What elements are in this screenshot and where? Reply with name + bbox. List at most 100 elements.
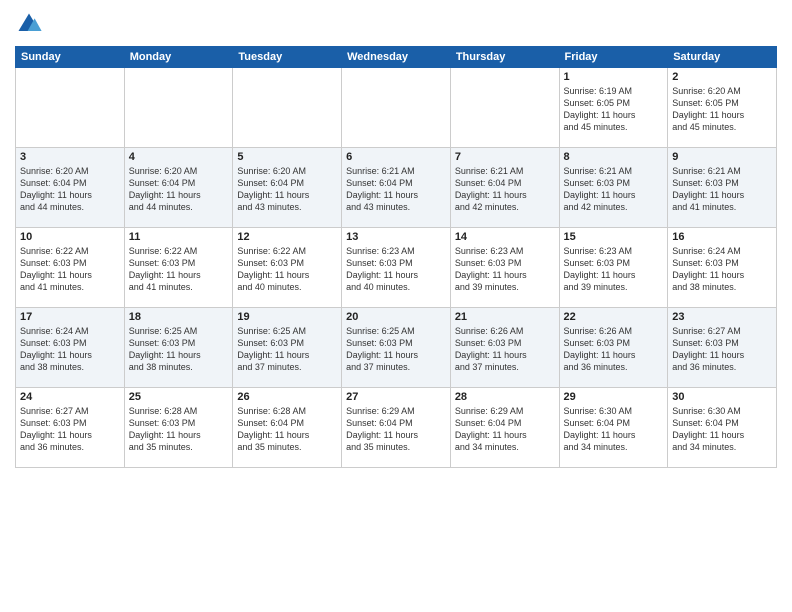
day-number: 15 [564,231,664,243]
day-info: Sunrise: 6:24 AM Sunset: 6:03 PM Dayligh… [20,325,120,374]
calendar-cell: 8 Sunrise: 6:21 AM Sunset: 6:03 PM Daylig… [559,148,668,228]
weekday-header: Saturday [668,47,777,68]
calendar-cell: 15 Sunrise: 6:23 AM Sunset: 6:03 PM Dayli… [559,228,668,308]
day-info: Sunrise: 6:23 AM Sunset: 6:03 PM Dayligh… [564,245,664,294]
day-info: Sunrise: 6:30 AM Sunset: 6:04 PM Dayligh… [672,405,772,454]
day-info: Sunrise: 6:21 AM Sunset: 6:04 PM Dayligh… [455,165,555,214]
day-number: 14 [455,231,555,243]
day-number: 13 [346,231,446,243]
day-info: Sunrise: 6:21 AM Sunset: 6:03 PM Dayligh… [672,165,772,214]
day-number: 26 [237,391,337,403]
day-number: 16 [672,231,772,243]
day-number: 4 [129,151,229,163]
calendar-week-row: 3 Sunrise: 6:20 AM Sunset: 6:04 PM Daylig… [16,148,777,228]
calendar-cell: 26 Sunrise: 6:28 AM Sunset: 6:04 PM Dayli… [233,388,342,468]
day-number: 7 [455,151,555,163]
calendar-cell: 3 Sunrise: 6:20 AM Sunset: 6:04 PM Daylig… [16,148,125,228]
day-number: 12 [237,231,337,243]
calendar-cell: 13 Sunrise: 6:23 AM Sunset: 6:03 PM Dayli… [342,228,451,308]
calendar-cell: 7 Sunrise: 6:21 AM Sunset: 6:04 PM Daylig… [450,148,559,228]
calendar-cell: 18Sunrise: 6:25 AM Sunset: 6:03 PM Dayli… [124,308,233,388]
day-number: 24 [20,391,120,403]
calendar-cell: 25Sunrise: 6:28 AM Sunset: 6:03 PM Dayli… [124,388,233,468]
day-info: Sunrise: 6:20 AM Sunset: 6:04 PM Dayligh… [20,165,120,214]
calendar-cell: 6Sunrise: 6:21 AM Sunset: 6:04 PM Daylig… [342,148,451,228]
calendar-cell: 30 Sunrise: 6:30 AM Sunset: 6:04 PM Dayli… [668,388,777,468]
day-info: Sunrise: 6:22 AM Sunset: 6:03 PM Dayligh… [129,245,229,294]
calendar-cell: 2Sunrise: 6:20 AM Sunset: 6:05 PM Daylig… [668,68,777,148]
weekday-header: Sunday [16,47,125,68]
calendar-cell: 24 Sunrise: 6:27 AM Sunset: 6:03 PM Dayli… [16,388,125,468]
day-info: Sunrise: 6:29 AM Sunset: 6:04 PM Dayligh… [455,405,555,454]
day-info: Sunrise: 6:21 AM Sunset: 6:03 PM Dayligh… [564,165,664,214]
calendar-header-row: SundayMondayTuesdayWednesdayThursdayFrid… [16,47,777,68]
calendar-cell: 14 Sunrise: 6:23 AM Sunset: 6:03 PM Dayli… [450,228,559,308]
day-info: Sunrise: 6:24 AM Sunset: 6:03 PM Dayligh… [672,245,772,294]
calendar-cell: 20Sunrise: 6:25 AM Sunset: 6:03 PM Dayli… [342,308,451,388]
day-number: 25 [129,391,229,403]
day-info: Sunrise: 6:23 AM Sunset: 6:03 PM Dayligh… [455,245,555,294]
day-info: Sunrise: 6:19 AM Sunset: 6:05 PM Dayligh… [564,85,664,134]
day-number: 2 [672,71,772,83]
day-number: 10 [20,231,120,243]
calendar-cell: 21 Sunrise: 6:26 AM Sunset: 6:03 PM Dayli… [450,308,559,388]
calendar-cell: 17 Sunrise: 6:24 AM Sunset: 6:03 PM Dayli… [16,308,125,388]
calendar-cell: 5 Sunrise: 6:20 AM Sunset: 6:04 PM Daylig… [233,148,342,228]
day-number: 19 [237,311,337,323]
day-info: Sunrise: 6:20 AM Sunset: 6:04 PM Dayligh… [129,165,229,214]
calendar-cell: 28 Sunrise: 6:29 AM Sunset: 6:04 PM Dayli… [450,388,559,468]
day-number: 8 [564,151,664,163]
day-number: 29 [564,391,664,403]
day-info: Sunrise: 6:30 AM Sunset: 6:04 PM Dayligh… [564,405,664,454]
day-number: 23 [672,311,772,323]
calendar-cell: 4 Sunrise: 6:20 AM Sunset: 6:04 PM Daylig… [124,148,233,228]
day-number: 11 [129,231,229,243]
calendar-cell: 27 Sunrise: 6:29 AM Sunset: 6:04 PM Dayli… [342,388,451,468]
calendar-cell: 12 Sunrise: 6:22 AM Sunset: 6:03 PM Dayli… [233,228,342,308]
day-number: 28 [455,391,555,403]
day-number: 17 [20,311,120,323]
weekday-header: Thursday [450,47,559,68]
day-number: 21 [455,311,555,323]
page: SundayMondayTuesdayWednesdayThursdayFrid… [0,0,792,612]
calendar-cell: 11 Sunrise: 6:22 AM Sunset: 6:03 PM Dayli… [124,228,233,308]
calendar-cell [124,68,233,148]
calendar-cell: 9 Sunrise: 6:21 AM Sunset: 6:03 PM Daylig… [668,148,777,228]
day-info: Sunrise: 6:22 AM Sunset: 6:03 PM Dayligh… [237,245,337,294]
weekday-header: Friday [559,47,668,68]
calendar-cell [16,68,125,148]
calendar-week-row: 17 Sunrise: 6:24 AM Sunset: 6:03 PM Dayli… [16,308,777,388]
day-info: Sunrise: 6:20 AM Sunset: 6:04 PM Dayligh… [237,165,337,214]
logo-icon [15,10,43,38]
day-number: 9 [672,151,772,163]
calendar-week-row: 24 Sunrise: 6:27 AM Sunset: 6:03 PM Dayli… [16,388,777,468]
day-number: 5 [237,151,337,163]
calendar-cell: 10Sunrise: 6:22 AM Sunset: 6:03 PM Dayli… [16,228,125,308]
logo [15,10,47,38]
day-info: Sunrise: 6:21 AM Sunset: 6:04 PM Dayligh… [346,165,446,214]
calendar-cell: 1 Sunrise: 6:19 AM Sunset: 6:05 PM Daylig… [559,68,668,148]
day-number: 30 [672,391,772,403]
weekday-header: Monday [124,47,233,68]
day-info: Sunrise: 6:23 AM Sunset: 6:03 PM Dayligh… [346,245,446,294]
calendar-cell: 19 Sunrise: 6:25 AM Sunset: 6:03 PM Dayli… [233,308,342,388]
day-info: Sunrise: 6:26 AM Sunset: 6:03 PM Dayligh… [564,325,664,374]
weekday-header: Wednesday [342,47,451,68]
header [15,10,777,38]
day-number: 1 [564,71,664,83]
calendar-week-row: 10 Sunrise: 6:22 AM Sunset: 6:03 PM Dayli… [16,228,777,308]
day-number: 3 [20,151,120,163]
day-info: Sunrise: 6:29 AM Sunset: 6:04 PM Dayligh… [346,405,446,454]
day-info: Sunrise: 6:25 AM Sunset: 6:03 PM Dayligh… [129,325,229,374]
day-info: Sunrise: 6:28 AM Sunset: 6:04 PM Dayligh… [237,405,337,454]
calendar-cell [342,68,451,148]
calendar-week-row: 1 Sunrise: 6:19 AM Sunset: 6:05 PM Daylig… [16,68,777,148]
day-info: Sunrise: 6:27 AM Sunset: 6:03 PM Dayligh… [20,405,120,454]
day-info: Sunrise: 6:25 AM Sunset: 6:03 PM Dayligh… [237,325,337,374]
day-number: 22 [564,311,664,323]
calendar-cell [233,68,342,148]
day-info: Sunrise: 6:26 AM Sunset: 6:03 PM Dayligh… [455,325,555,374]
calendar-cell [450,68,559,148]
day-number: 27 [346,391,446,403]
weekday-header: Tuesday [233,47,342,68]
